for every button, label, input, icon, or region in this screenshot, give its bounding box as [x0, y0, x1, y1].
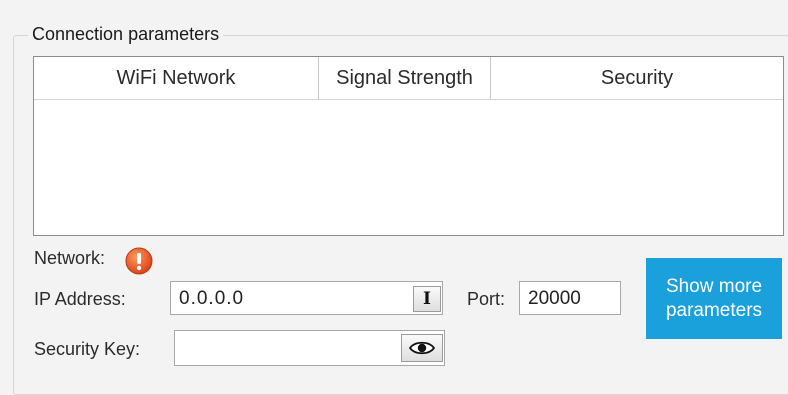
port-label: Port: — [467, 289, 506, 309]
ip-address-label: IP Address: — [34, 289, 126, 309]
group-title: Connection parameters — [28, 24, 224, 45]
show-more-parameters-button[interactable]: Show more parameters — [646, 258, 782, 339]
eye-icon — [409, 341, 435, 355]
error-alert-icon — [125, 247, 153, 275]
column-header-signal-strength[interactable]: Signal Strength — [319, 57, 491, 99]
column-header-security[interactable]: Security — [491, 57, 783, 99]
column-header-wifi-network[interactable]: WiFi Network — [34, 57, 319, 99]
ip-address-input[interactable]: 0.0.0.0 — [170, 281, 443, 315]
network-label: Network: — [34, 248, 106, 268]
port-input[interactable]: 20000 — [519, 281, 621, 315]
wifi-network-table[interactable]: WiFi Network Signal Strength Security — [33, 56, 784, 236]
security-key-label: Security Key: — [34, 339, 141, 359]
text-cursor-icon[interactable]: I — [413, 286, 441, 312]
show-password-button[interactable] — [401, 334, 443, 362]
table-header: WiFi Network Signal Strength Security — [34, 57, 783, 100]
